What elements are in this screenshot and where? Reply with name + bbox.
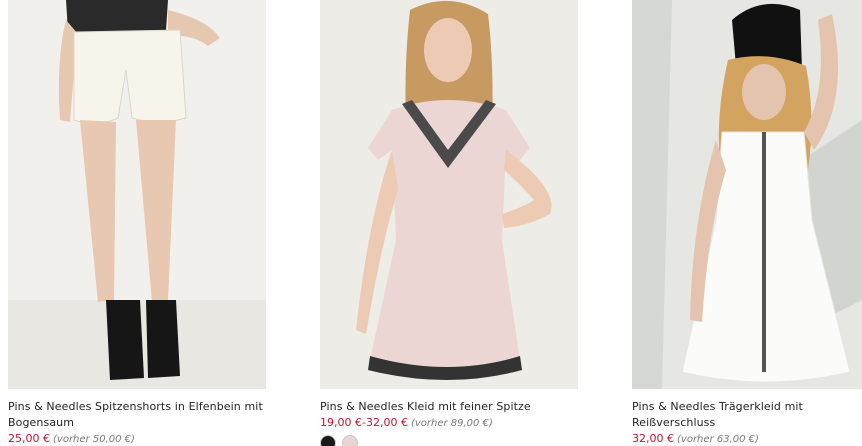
price-line: 25,00 € (vorher 50,00 €) xyxy=(8,431,266,446)
color-swatch-pink[interactable] xyxy=(342,435,358,446)
product-image[interactable] xyxy=(632,0,862,389)
product-card: Pins & Needles Trägerkleid mit Reißversc… xyxy=(632,0,862,446)
price-line: 32,00 € (vorher 63,00 €) xyxy=(632,431,862,446)
product-name-link[interactable]: Pins & Needles Kleid mit feiner Spitze xyxy=(320,399,578,415)
product-image[interactable] xyxy=(320,0,578,389)
product-name-link[interactable]: Pins & Needles Trägerkleid mit Reißversc… xyxy=(632,399,862,431)
product-photo-shorts xyxy=(8,0,266,389)
product-name-link[interactable]: Pins & Needles Spitzenshorts in Elfenbei… xyxy=(8,399,266,431)
product-card: Pins & Needles Spitzenshorts in Elfenbei… xyxy=(8,0,266,446)
product-card: Pins & Needles Kleid mit feiner Spitze 1… xyxy=(320,0,578,446)
product-grid: Pins & Needles Spitzenshorts in Elfenbei… xyxy=(0,0,862,446)
sale-price: 25,00 € xyxy=(8,432,50,445)
product-photo-dress xyxy=(320,0,578,389)
sale-price: 32,00 € xyxy=(632,432,674,445)
color-swatches xyxy=(320,435,578,446)
sale-price: 19,00 €-32,00 € xyxy=(320,416,408,429)
product-image[interactable] xyxy=(8,0,266,389)
color-swatch-black[interactable] xyxy=(320,435,336,446)
old-price: (vorher 50,00 €) xyxy=(53,434,135,445)
old-price: (vorher 89,00 €) xyxy=(410,418,493,429)
old-price: (vorher 63,00 €) xyxy=(677,434,759,445)
product-photo-slip-dress xyxy=(632,0,862,389)
price-line: 19,00 €-32,00 € (vorher 89,00 €) xyxy=(320,415,578,432)
